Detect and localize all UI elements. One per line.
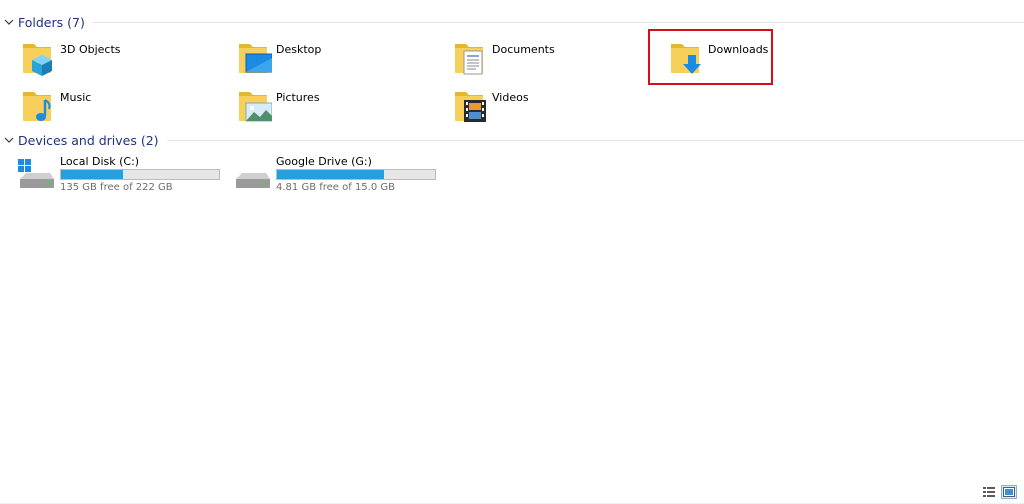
folder-documents[interactable]: Documents (450, 38, 650, 80)
drive-name: Google Drive (G:) (276, 155, 372, 168)
drive-name: Local Disk (C:) (60, 155, 140, 168)
file-explorer-content: Folders (7) 3D Objects Desktop Documents… (0, 0, 1024, 504)
divider (92, 21, 1024, 23)
details-view-icon[interactable] (982, 486, 996, 498)
view-switcher (982, 485, 1017, 499)
folder-label: Desktop (276, 43, 322, 56)
folder-downloads[interactable]: Downloads (666, 38, 866, 80)
folder-music[interactable]: Music (18, 86, 218, 128)
desktop-folder-icon (236, 38, 273, 78)
drive-free-space: 135 GB free of 222 GB (60, 182, 173, 193)
folder-label: Downloads (708, 43, 769, 56)
folder-label: Pictures (276, 91, 320, 104)
drives-group-title: Devices and drives (2) (18, 132, 159, 148)
drive-google-drive-g[interactable]: Google Drive (G:) 4.81 GB free of 15.0 G… (232, 155, 442, 195)
folder-desktop[interactable]: Desktop (234, 38, 434, 80)
drives-group-header[interactable]: Devices and drives (2) (0, 130, 1024, 150)
downloads-folder-icon (668, 38, 704, 78)
storage-usage-bar (60, 169, 220, 180)
folder-pictures[interactable]: Pictures (234, 86, 434, 128)
chevron-down-icon[interactable] (0, 12, 18, 32)
drive-local-disk-c[interactable]: Local Disk (C:) 135 GB free of 222 GB (16, 155, 226, 195)
storage-usage-bar (276, 169, 436, 180)
folder-label: Videos (492, 91, 529, 104)
storage-usage-fill (61, 170, 123, 179)
folder-videos[interactable]: Videos (450, 86, 650, 128)
divider (166, 139, 1024, 141)
chevron-down-icon[interactable] (0, 130, 18, 150)
3d-objects-folder-icon (20, 38, 56, 78)
folders-group-header[interactable]: Folders (7) (0, 12, 1024, 32)
folder-label: Documents (492, 43, 555, 56)
folder-label: Music (60, 91, 92, 104)
windows-disk-icon (16, 159, 56, 191)
pictures-folder-icon (236, 86, 273, 126)
folders-group-title: Folders (7) (18, 14, 85, 30)
drive-icon (232, 159, 272, 191)
drive-free-space: 4.81 GB free of 15.0 GB (276, 182, 395, 193)
folder-label: 3D Objects (60, 43, 121, 56)
videos-folder-icon (452, 86, 488, 126)
music-folder-icon (20, 86, 56, 126)
large-icons-view-icon[interactable] (1001, 485, 1017, 499)
documents-folder-icon (452, 38, 488, 78)
folder-3d-objects[interactable]: 3D Objects (18, 38, 218, 80)
storage-usage-fill (277, 170, 385, 179)
